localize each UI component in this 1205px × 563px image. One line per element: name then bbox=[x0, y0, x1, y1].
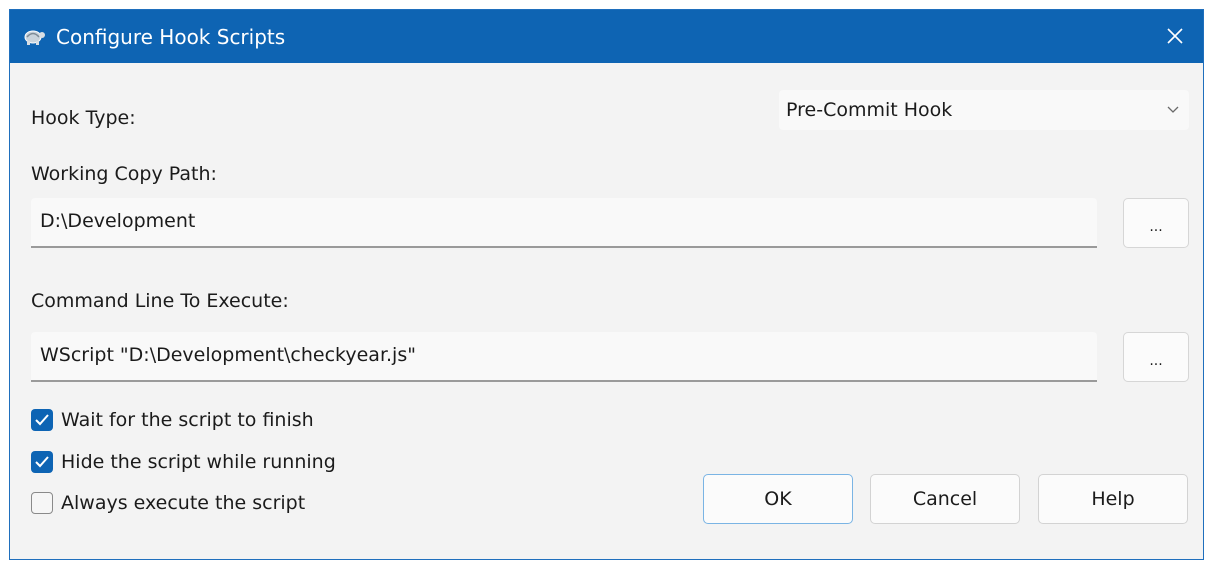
working-copy-path-input[interactable]: D:\Development bbox=[31, 198, 1097, 248]
command-line-input[interactable]: WScript "D:\Development\checkyear.js" bbox=[31, 332, 1097, 382]
close-button[interactable] bbox=[1155, 16, 1195, 56]
cancel-button[interactable]: Cancel bbox=[870, 474, 1020, 524]
help-button[interactable]: Help bbox=[1038, 474, 1188, 524]
command-line-value: WScript "D:\Development\checkyear.js" bbox=[40, 344, 416, 366]
checkmark-icon bbox=[35, 456, 49, 468]
hide-script-checkbox[interactable] bbox=[31, 451, 53, 473]
wait-for-script-label: Wait for the script to finish bbox=[61, 409, 314, 431]
hook-type-value: Pre-Commit Hook bbox=[786, 99, 953, 121]
wait-for-script-checkbox[interactable] bbox=[31, 409, 53, 431]
hook-type-dropdown[interactable]: Pre-Commit Hook bbox=[779, 90, 1189, 130]
ok-button[interactable]: OK bbox=[703, 474, 853, 524]
checkmark-icon bbox=[35, 414, 49, 426]
always-execute-checkbox[interactable] bbox=[31, 492, 53, 514]
always-execute-label: Always execute the script bbox=[61, 492, 306, 514]
browse-working-copy-button[interactable]: ... bbox=[1123, 198, 1189, 248]
window-title: Configure Hook Scripts bbox=[56, 25, 286, 49]
configure-hook-scripts-dialog: Configure Hook Scripts Hook Type: Pre-Co… bbox=[9, 9, 1204, 560]
close-icon bbox=[1167, 28, 1183, 44]
title-bar[interactable]: Configure Hook Scripts bbox=[10, 10, 1203, 63]
hook-type-label: Hook Type: bbox=[31, 107, 136, 129]
working-copy-path-label: Working Copy Path: bbox=[31, 163, 217, 185]
browse-command-button[interactable]: ... bbox=[1123, 332, 1189, 382]
command-line-label: Command Line To Execute: bbox=[31, 290, 289, 312]
tortoise-icon bbox=[24, 30, 45, 45]
hide-script-label: Hide the script while running bbox=[61, 451, 336, 473]
chevron-down-icon bbox=[1167, 106, 1179, 113]
working-copy-path-value: D:\Development bbox=[40, 210, 196, 232]
